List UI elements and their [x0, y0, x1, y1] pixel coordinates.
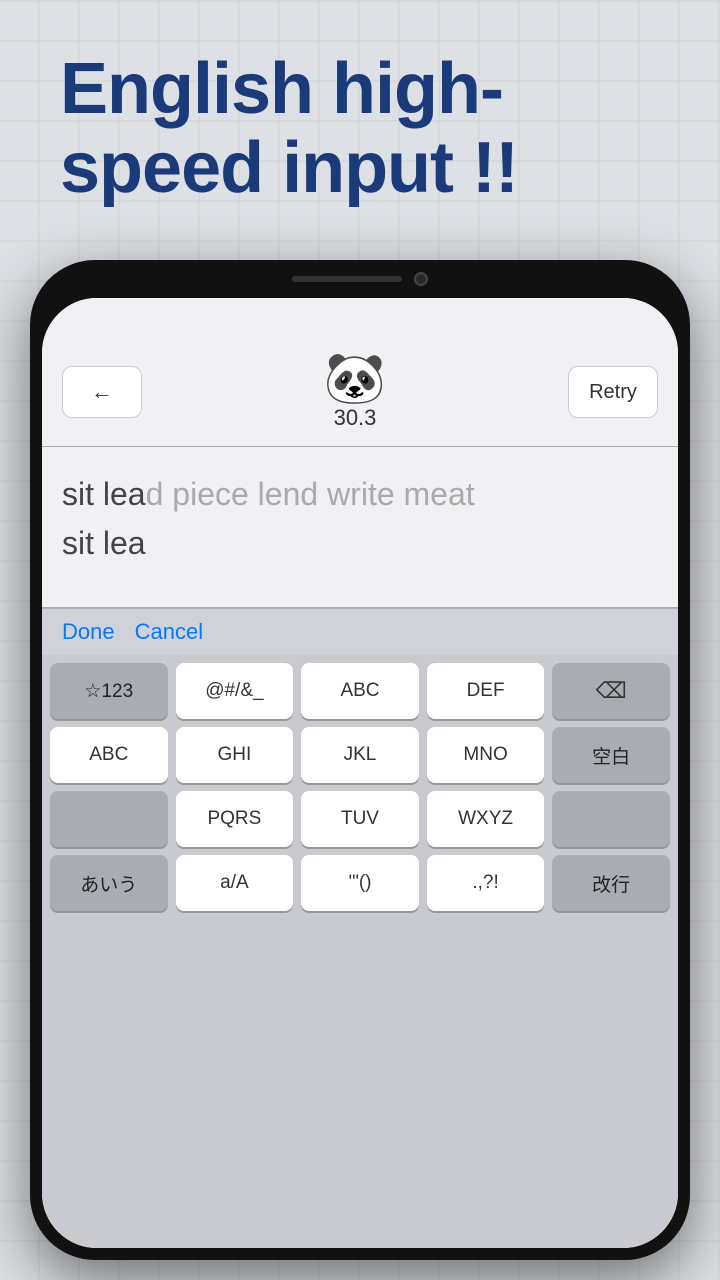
key-hiragana[interactable]: あいう	[50, 855, 168, 911]
key-quotes[interactable]: '"()	[301, 855, 419, 911]
top-bar: ← 🐼 30.3 Retry	[42, 298, 678, 446]
key-mno[interactable]: MNO	[427, 727, 545, 783]
key-symbols[interactable]: @#/&_	[176, 663, 294, 719]
score-display: 30.3	[334, 405, 377, 431]
key-abc2[interactable]: ABC	[50, 727, 168, 783]
keyboard-row-3: PQRS TUV WXYZ	[50, 791, 670, 847]
headline-text: English high- speed input !!	[60, 50, 660, 208]
key-abc[interactable]: ABC	[301, 663, 419, 719]
key-case-toggle[interactable]: a/A	[176, 855, 294, 911]
typed-portion: sit lea	[62, 476, 146, 512]
key-wxyz[interactable]: WXYZ	[427, 791, 545, 847]
key-space-jp[interactable]: 空白	[552, 727, 670, 783]
app-content: ← 🐼 30.3 Retry sit lead piece lend write…	[42, 298, 678, 1248]
key-punct[interactable]: .,?!	[427, 855, 545, 911]
notch-bar	[292, 276, 402, 282]
keyboard-area: Done Cancel ☆123 @#/&_ ABC DEF ⌫	[42, 608, 678, 1248]
done-button[interactable]: Done	[62, 619, 115, 645]
key-empty-right	[552, 791, 670, 847]
text-area: sit lead piece lend write meat sit lea	[42, 447, 678, 607]
backspace-key[interactable]: ⌫	[552, 663, 670, 719]
keyboard-row-1: ☆123 @#/&_ ABC DEF ⌫	[50, 663, 670, 719]
panda-area: 🐼 30.3	[152, 353, 558, 431]
retry-button[interactable]: Retry	[568, 366, 658, 418]
key-star123[interactable]: ☆123	[50, 663, 168, 719]
key-empty-left	[50, 791, 168, 847]
key-tuv[interactable]: TUV	[301, 791, 419, 847]
notch-camera	[414, 272, 428, 286]
keyboard-row-4: あいう a/A '"() .,?! 改行	[50, 855, 670, 911]
key-enter[interactable]: 改行	[552, 855, 670, 911]
remaining-portion: d piece lend write meat	[146, 476, 475, 512]
phone-screen: ← 🐼 30.3 Retry sit lead piece lend write…	[42, 298, 678, 1248]
backspace-icon: ⌫	[596, 678, 627, 704]
target-text-line: sit lead piece lend write meat	[62, 472, 658, 517]
phone-frame: ← 🐼 30.3 Retry sit lead piece lend write…	[30, 260, 690, 1260]
keyboard-toolbar: Done Cancel	[42, 608, 678, 655]
key-ghi[interactable]: GHI	[176, 727, 294, 783]
cancel-button[interactable]: Cancel	[135, 619, 203, 645]
panda-mascot: 🐼	[324, 353, 386, 403]
phone-notch	[250, 260, 470, 298]
headline-line2: speed input !!	[60, 128, 518, 208]
retry-label: Retry	[589, 381, 637, 404]
key-jkl[interactable]: JKL	[301, 727, 419, 783]
keyboard-row-2: ABC GHI JKL MNO 空白	[50, 727, 670, 783]
headline-container: English high- speed input !!	[60, 50, 660, 208]
back-icon: ←	[91, 379, 113, 405]
current-typed-text: sit lea	[62, 525, 658, 562]
key-def[interactable]: DEF	[427, 663, 545, 719]
key-pqrs[interactable]: PQRS	[176, 791, 294, 847]
headline-line1: English high-	[60, 49, 503, 129]
back-button[interactable]: ←	[62, 366, 142, 418]
keyboard-rows: ☆123 @#/&_ ABC DEF ⌫ ABC GHI JKL MNO	[42, 655, 678, 1248]
